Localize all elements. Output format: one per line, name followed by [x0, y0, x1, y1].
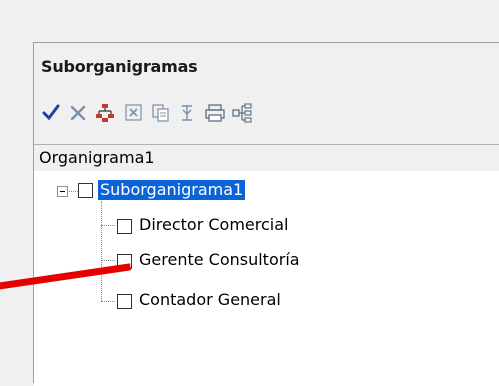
excel-export-icon[interactable]	[123, 101, 145, 125]
org-chart-icon[interactable]	[94, 101, 116, 125]
child-checkbox[interactable]	[117, 294, 132, 309]
collapse-toggle-icon[interactable]	[57, 186, 68, 197]
tree-node-child[interactable]: Gerente Consultoría	[139, 250, 300, 270]
tree-view[interactable]: Suborganigrama1 Director Comercial Geren…	[34, 171, 499, 386]
child-checkbox[interactable]	[117, 219, 132, 234]
tree-node-child[interactable]: Director Comercial	[139, 215, 288, 235]
tree-connector	[101, 301, 115, 302]
expand-collapse-icon[interactable]	[177, 101, 199, 125]
root-checkbox[interactable]	[78, 183, 93, 198]
tree-node-child[interactable]: Contador General	[139, 290, 281, 310]
screen: { "panel": { "title": "Suborganigramas" …	[0, 0, 499, 386]
tree-connector	[101, 225, 115, 226]
tree-connector	[69, 191, 78, 192]
column-header-label: Organigrama1	[39, 148, 155, 167]
suborganigramas-panel: Suborganigramas Organigrama1 Suborganigr…	[33, 42, 499, 386]
print-icon[interactable]	[204, 101, 226, 125]
column-header[interactable]: Organigrama1	[34, 144, 499, 172]
tree-icon[interactable]	[232, 101, 254, 125]
accept-icon[interactable]	[40, 101, 62, 125]
tree-connector	[101, 260, 115, 261]
cancel-icon[interactable]	[67, 101, 89, 125]
tree-connector	[101, 201, 102, 301]
tree-node-root[interactable]: Suborganigrama1	[98, 180, 246, 200]
panel-title: Suborganigramas	[41, 57, 198, 76]
copy-icon[interactable]	[150, 101, 172, 125]
